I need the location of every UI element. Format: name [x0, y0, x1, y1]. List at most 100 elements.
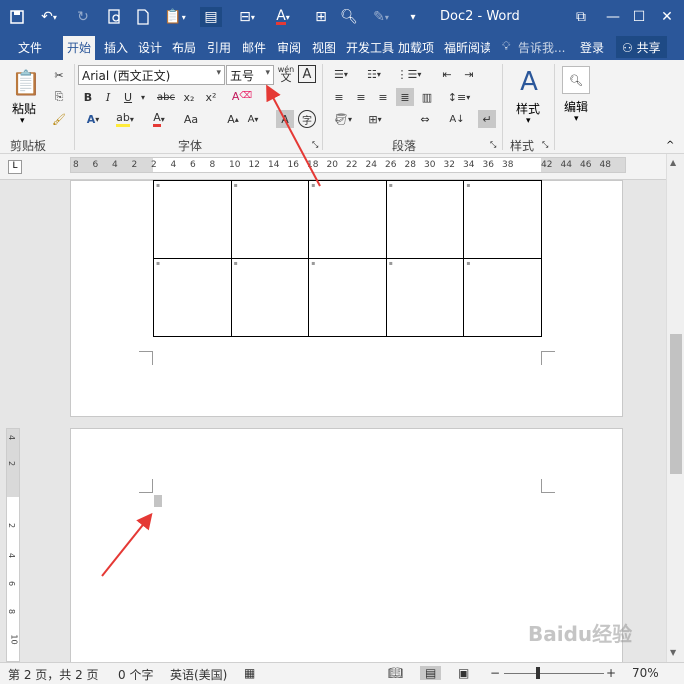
close-icon[interactable]: ✕: [656, 7, 678, 27]
tab-references[interactable]: 引用: [207, 39, 231, 56]
web-layout-icon[interactable]: ▣: [458, 666, 469, 680]
styles-dropdown-icon[interactable]: ▾: [526, 116, 531, 126]
paste-icon[interactable]: 📋: [8, 66, 44, 100]
italic-button[interactable]: I: [100, 88, 116, 106]
bullets-icon[interactable]: ☰ ▾: [328, 65, 354, 83]
table-cell[interactable]: ▪: [153, 258, 232, 337]
macro-record-icon[interactable]: ▦: [244, 666, 255, 680]
editing-button-label[interactable]: 编辑: [564, 98, 588, 115]
zoom-slider-thumb[interactable]: [536, 667, 540, 679]
empty-paragraph-mark[interactable]: [154, 495, 162, 507]
search-icon[interactable]: 🔍︎: [562, 66, 590, 94]
print-layout-icon[interactable]: ▤: [420, 666, 442, 680]
table-cell[interactable]: ▪: [153, 180, 232, 259]
paste-button-label[interactable]: 粘贴: [12, 100, 36, 117]
underline-dropdown-icon[interactable]: ▾: [138, 88, 148, 106]
shrink-font-icon[interactable]: A ▾: [244, 110, 262, 128]
vertical-scrollbar[interactable]: ▲ ▼: [666, 154, 684, 662]
shading-icon[interactable]: 🪣︎ ▾: [330, 110, 356, 128]
table-cell[interactable]: ▪: [463, 258, 542, 337]
save-icon[interactable]: [6, 7, 28, 27]
word-count[interactable]: 0 个字: [118, 666, 153, 683]
editing-dropdown-icon[interactable]: ▾: [574, 114, 579, 124]
tab-file[interactable]: 文件: [18, 39, 42, 56]
zoom-in-button[interactable]: +: [606, 666, 616, 680]
zoom-slider-track[interactable]: [504, 673, 604, 674]
tell-me-icon[interactable]: 💡︎: [502, 39, 510, 54]
table-cell[interactable]: ▪: [308, 258, 387, 337]
grow-font-icon[interactable]: A ▴: [224, 110, 242, 128]
dialog-launcher-icon[interactable]: ⤡: [542, 140, 548, 150]
customize-icon[interactable]: ▾: [404, 7, 422, 27]
redo-icon[interactable]: ↻: [72, 7, 94, 27]
text-effects-icon[interactable]: A ▾: [80, 110, 106, 128]
strikethrough-button[interactable]: abc: [154, 88, 178, 106]
page-view-icon[interactable]: ▤: [200, 7, 222, 27]
styles-icon[interactable]: A: [512, 66, 546, 98]
dialog-launcher-icon[interactable]: ⤡: [312, 140, 318, 150]
multilevel-list-icon[interactable]: ⋮☰ ▾: [394, 65, 424, 83]
tab-review[interactable]: 审阅: [277, 39, 301, 56]
clear-formatting-icon[interactable]: A ⌫: [232, 86, 252, 106]
format-painter-icon[interactable]: ⊟ ▾: [232, 7, 262, 27]
borders-icon[interactable]: ⊞ ▾: [362, 110, 388, 128]
minimize-icon[interactable]: —: [602, 7, 624, 27]
format-painter-button-icon[interactable]: 🖌︎: [50, 110, 68, 128]
increase-indent-icon[interactable]: ⇥: [460, 65, 478, 83]
scroll-down-icon[interactable]: ▼: [670, 648, 676, 657]
underline-button[interactable]: U: [120, 88, 136, 106]
scroll-up-icon[interactable]: ▲: [670, 158, 676, 167]
copy-icon[interactable]: ⎘: [50, 88, 68, 106]
find-icon[interactable]: 🔍︎: [338, 7, 360, 27]
justify-icon[interactable]: ≣: [396, 88, 414, 106]
highlight-icon[interactable]: ✎ ▾: [366, 7, 396, 27]
tab-home[interactable]: 开始: [63, 36, 96, 60]
font-name-combobox[interactable]: Arial (西文正文) ▾: [78, 65, 225, 85]
tab-design[interactable]: 设计: [138, 39, 162, 56]
zoom-out-button[interactable]: −: [490, 666, 500, 680]
numbering-icon[interactable]: ☷ ▾: [360, 65, 388, 83]
read-mode-icon[interactable]: 📖︎: [388, 666, 403, 680]
maximize-icon[interactable]: ☐: [628, 7, 650, 27]
tab-insert[interactable]: 插入: [104, 39, 128, 56]
show-marks-icon[interactable]: ↵: [478, 110, 496, 128]
language[interactable]: 英语(美国): [170, 666, 227, 683]
tab-developer[interactable]: 开发工具: [346, 39, 394, 56]
cut-icon[interactable]: ✂: [50, 66, 68, 84]
sort-icon[interactable]: A↓: [448, 110, 466, 128]
table-icon[interactable]: ⊞: [310, 7, 332, 27]
login-button[interactable]: 登录: [580, 39, 604, 56]
table-cell[interactable]: ▪: [463, 180, 542, 259]
tab-addins[interactable]: 加载项: [398, 39, 434, 56]
dialog-launcher-icon[interactable]: ⤡: [490, 140, 496, 150]
chinese-layout-icon[interactable]: ⇔: [414, 110, 436, 128]
collapse-ribbon-icon[interactable]: ^: [666, 140, 674, 151]
scroll-thumb[interactable]: [670, 334, 682, 474]
print-preview-icon[interactable]: [104, 7, 126, 27]
bold-button[interactable]: B: [80, 88, 96, 106]
restore-ribbon-icon[interactable]: ⧉: [570, 7, 592, 27]
tell-me-box[interactable]: 告诉我...: [518, 39, 565, 56]
enclose-characters-icon[interactable]: 字: [298, 110, 316, 128]
new-document-icon[interactable]: [132, 7, 154, 27]
table-cell[interactable]: ▪: [230, 258, 310, 337]
align-right-icon[interactable]: ≡: [374, 88, 392, 106]
table-cell[interactable]: ▪: [308, 180, 387, 259]
vertical-ruler[interactable]: 4 2 2 4 6 8 10: [6, 428, 20, 662]
distributed-icon[interactable]: ▥: [418, 88, 436, 106]
paste-dropdown-icon[interactable]: ▾: [20, 116, 25, 126]
character-shading-icon[interactable]: A: [276, 110, 294, 128]
table-cell[interactable]: ▪: [230, 180, 310, 259]
share-button[interactable]: ⚇ 共享: [616, 36, 667, 58]
highlight-color-icon[interactable]: ab ▾: [112, 110, 138, 128]
align-center-icon[interactable]: ≡: [352, 88, 370, 106]
phonetic-guide-icon[interactable]: wén 文: [276, 64, 296, 84]
font-color-icon[interactable]: A ▾: [270, 7, 296, 27]
table-cell[interactable]: ▪: [385, 258, 465, 337]
tab-selector-icon[interactable]: L: [8, 160, 22, 174]
horizontal-ruler[interactable]: 8 6 4 2 2 4 6 8 10 12 14 16 18 20 22 24 26 28 30 32 34 36 38 42…: [70, 157, 626, 173]
page-count[interactable]: 第 2 页，共 2 页: [8, 666, 99, 683]
font-color-button-icon[interactable]: A ▾: [146, 110, 172, 128]
font-size-combobox[interactable]: 五号 ▾: [226, 65, 274, 85]
align-left-icon[interactable]: ≡: [330, 88, 348, 106]
